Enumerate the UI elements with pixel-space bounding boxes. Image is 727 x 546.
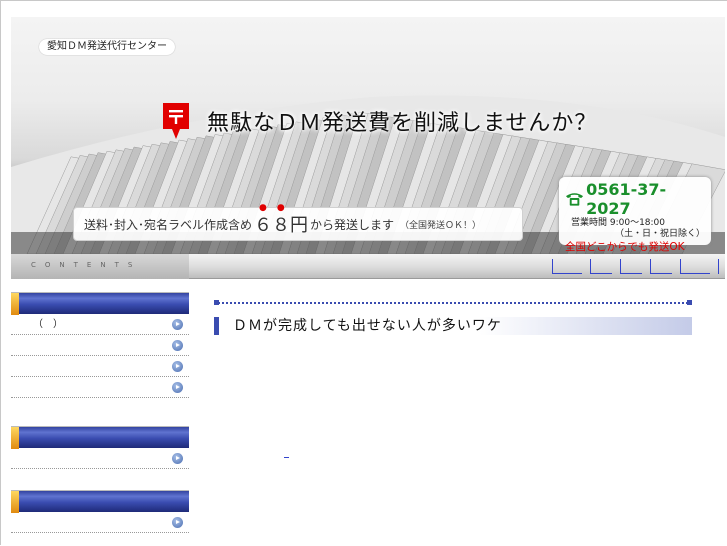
phone-number[interactable]: 0561-37-2027 [586,180,705,218]
contents-label: CONTENTS [11,254,189,279]
japan-post-mark-icon [163,103,189,139]
banner-price-value: ６８ [254,215,291,236]
price-banner: 送料･封入･宛名ラベル作成含め ●● ６８円 から発送します （全国発送ＯＫ！） [73,203,523,241]
nav-link-4[interactable] [650,259,672,274]
emphasis-dots: ●● [259,203,295,213]
arrow-right-circle-icon [172,340,183,351]
sidebar-item[interactable] [11,335,189,356]
headline-text: 無駄なＤＭ発送費を削減しませんか？ [207,111,598,136]
banner-price-unit: 円 [290,215,309,236]
nav-link-1[interactable] [552,259,582,274]
headline: 無駄なＤＭ発送費を削減しませんか？ [161,101,597,141]
sidebar-item[interactable] [11,512,189,533]
sidebar-group-header-2 [11,426,189,449]
banner-suffix: から発送します [310,217,395,232]
sidebar-item[interactable] [11,377,189,398]
nav-links [544,258,719,274]
arrow-right-circle-icon [172,382,183,393]
contact-box: 0561-37-2027 営業時間 9:00～18:00 （土・日・祝日除く） … [559,177,711,253]
section-title: ＤＭが完成しても出せない人が多いワケ [214,317,692,335]
inline-link[interactable] [284,457,289,458]
header-banner: 愛知ＤＭ発送代行センター 無駄なＤＭ発送費を削減しませんか？ 送料･封入･宛名ラ… [11,17,725,254]
business-hours: 営業時間 9:00～18:00 [571,218,666,228]
nav-link-3[interactable] [620,259,642,274]
rule-end-square [214,300,219,305]
page-frame: 愛知ＤＭ発送代行センター 無駄なＤＭ発送費を削減しませんか？ 送料･封入･宛名ラ… [0,0,727,545]
phone-row[interactable]: 0561-37-2027 [565,180,705,218]
sidebar-item-label: （ ） [33,319,63,330]
arrow-right-circle-icon [172,453,183,464]
nav-link-5[interactable] [680,259,710,274]
telephone-icon [565,193,584,206]
banner-price: ●● ６８円 [254,203,309,237]
dotted-rule [214,302,692,304]
section-header: ＤＭが完成しても出せない人が多いワケ [214,300,692,335]
nav-bar: CONTENTS [11,254,725,279]
sidebar-item[interactable]: （ ） [11,314,189,335]
sidebar-group-header-3 [11,490,189,513]
sidebar-item[interactable] [11,356,189,377]
nav-link-2[interactable] [590,259,612,274]
banner-prefix: 送料･封入･宛名ラベル作成含め [84,217,253,232]
nav-separator [718,259,719,274]
arrow-right-circle-icon [172,361,183,372]
nationwide-note: 全国どこからでも発送OK [565,241,685,253]
sidebar: （ ） [11,280,189,546]
sidebar-item[interactable] [11,448,189,469]
banner-note: （全国発送ＯＫ！） [400,220,482,231]
closed-days: （土・日・祝日除く） [614,229,705,239]
site-name-tag: 愛知ＤＭ発送代行センター [39,39,175,55]
arrow-right-circle-icon [172,319,183,330]
sidebar-group-header-1 [11,292,189,315]
rule-end-square [687,300,692,305]
arrow-right-circle-icon [172,517,183,528]
